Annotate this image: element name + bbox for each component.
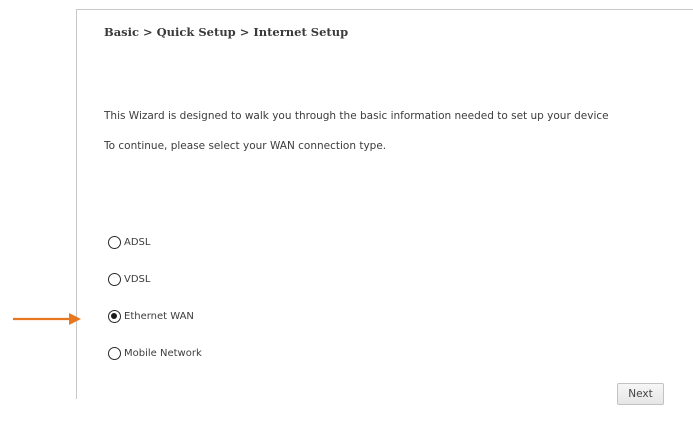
next-button[interactable]: Next [617, 383, 664, 405]
breadcrumb: Basic > Quick Setup > Internet Setup [104, 25, 349, 39]
radio-button-ethernet-wan[interactable] [108, 310, 121, 323]
wizard-instruction-text: To continue, please select your WAN conn… [104, 140, 387, 152]
arrow-right-icon [13, 313, 81, 325]
wan-option-vdsl[interactable]: VDSL [108, 273, 150, 286]
wan-option-adsl[interactable]: ADSL [108, 236, 150, 249]
content-frame [76, 9, 693, 399]
wan-option-mobile-network[interactable]: Mobile Network [108, 347, 202, 360]
radio-button-mobile-network[interactable] [108, 347, 121, 360]
radio-button-vdsl[interactable] [108, 273, 121, 286]
wizard-intro-text: This Wizard is designed to walk you thro… [104, 110, 609, 122]
wan-option-ethernet-wan[interactable]: Ethernet WAN [108, 310, 194, 323]
wan-option-label: ADSL [124, 237, 151, 248]
wan-option-label: Ethernet WAN [124, 311, 194, 322]
radio-button-adsl[interactable] [108, 236, 121, 249]
wan-option-label: Mobile Network [124, 348, 202, 359]
wan-option-label: VDSL [124, 274, 151, 285]
